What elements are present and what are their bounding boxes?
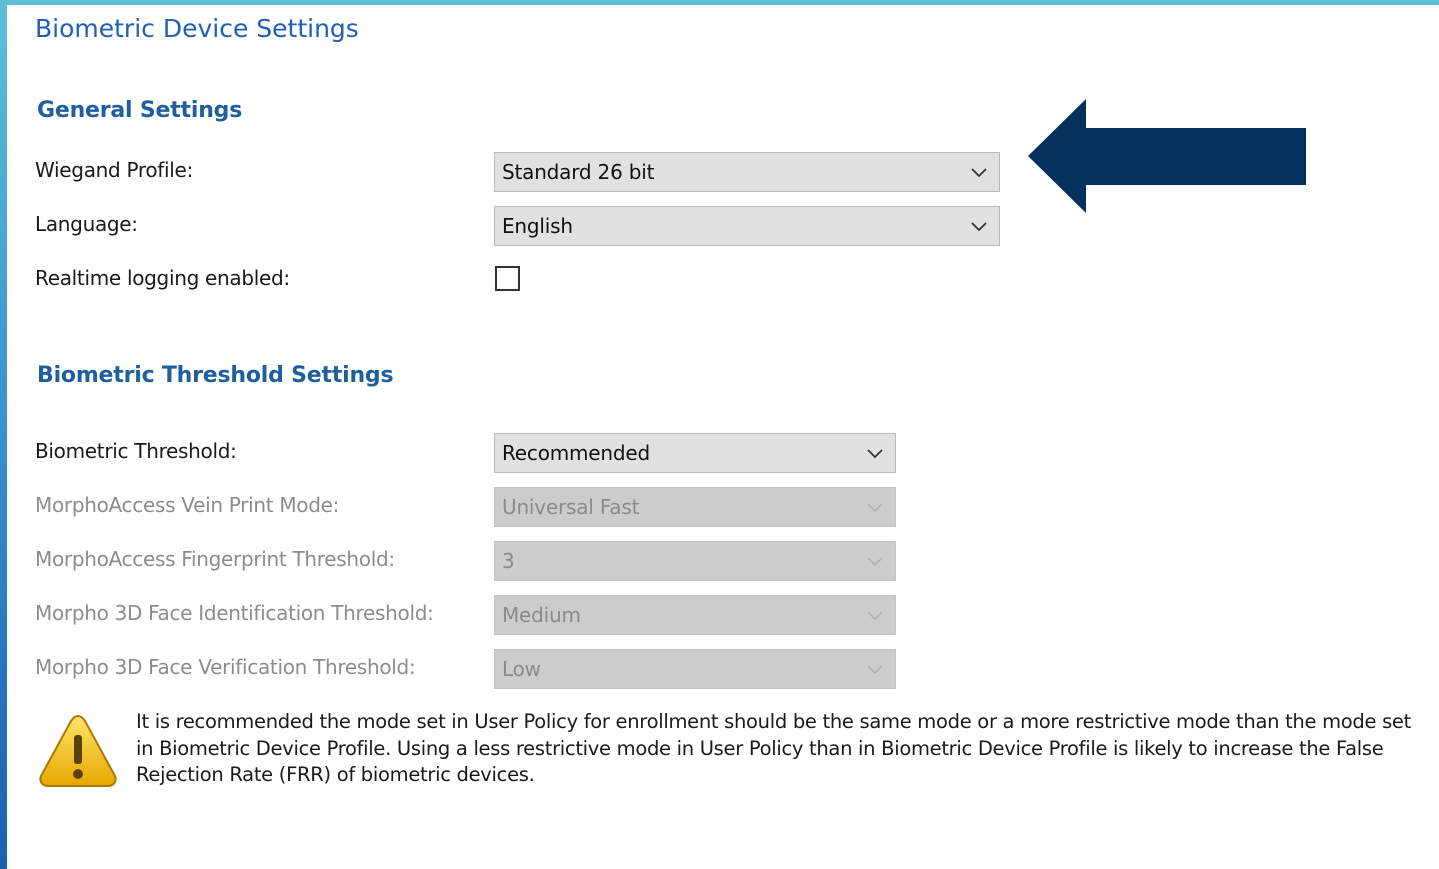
biometric-threshold-value: Recommended bbox=[502, 441, 650, 465]
vein-print-mode-label: MorphoAccess Vein Print Mode: bbox=[35, 493, 340, 517]
language-label: Language: bbox=[35, 212, 138, 236]
fingerprint-threshold-select: 3 bbox=[494, 541, 896, 581]
chevron-down-icon bbox=[971, 222, 987, 232]
face-verification-threshold-select: Low bbox=[494, 649, 896, 689]
wiegand-profile-select[interactable]: Standard 26 bit bbox=[494, 152, 1000, 192]
fingerprint-threshold-label: MorphoAccess Fingerprint Threshold: bbox=[35, 547, 395, 571]
language-value: English bbox=[502, 214, 573, 238]
realtime-logging-label: Realtime logging enabled: bbox=[35, 266, 290, 290]
wiegand-profile-label: Wiegand Profile: bbox=[35, 158, 194, 182]
face-verification-threshold-label: Morpho 3D Face Verification Threshold: bbox=[35, 655, 416, 679]
window-frame-top bbox=[0, 0, 1439, 5]
language-select[interactable]: English bbox=[494, 206, 1000, 246]
chevron-down-icon bbox=[867, 449, 883, 459]
left-arrow-icon bbox=[1028, 99, 1306, 213]
wiegand-profile-value: Standard 26 bit bbox=[502, 160, 655, 184]
fingerprint-threshold-value: 3 bbox=[502, 549, 515, 573]
page-title: Biometric Device Settings bbox=[35, 14, 359, 43]
biometric-threshold-settings-heading: Biometric Threshold Settings bbox=[37, 363, 394, 388]
chevron-down-icon bbox=[867, 611, 883, 621]
chevron-down-icon bbox=[867, 557, 883, 567]
face-identification-threshold-select: Medium bbox=[494, 595, 896, 635]
general-settings-heading: General Settings bbox=[37, 98, 243, 123]
chevron-down-icon bbox=[867, 665, 883, 675]
vein-print-mode-select: Universal Fast bbox=[494, 487, 896, 527]
vein-print-mode-value: Universal Fast bbox=[502, 495, 640, 519]
biometric-threshold-select[interactable]: Recommended bbox=[494, 433, 896, 473]
biometric-threshold-label: Biometric Threshold: bbox=[35, 439, 237, 463]
face-verification-threshold-value: Low bbox=[502, 657, 541, 681]
window-frame-left bbox=[0, 0, 7, 869]
chevron-down-icon bbox=[971, 168, 987, 178]
chevron-down-icon bbox=[867, 503, 883, 513]
warning-message: It is recommended the mode set in User P… bbox=[136, 710, 1411, 786]
warning-icon bbox=[39, 714, 117, 787]
face-identification-threshold-label: Morpho 3D Face Identification Threshold: bbox=[35, 601, 434, 625]
realtime-logging-checkbox[interactable] bbox=[495, 266, 520, 291]
face-identification-threshold-value: Medium bbox=[502, 603, 581, 627]
